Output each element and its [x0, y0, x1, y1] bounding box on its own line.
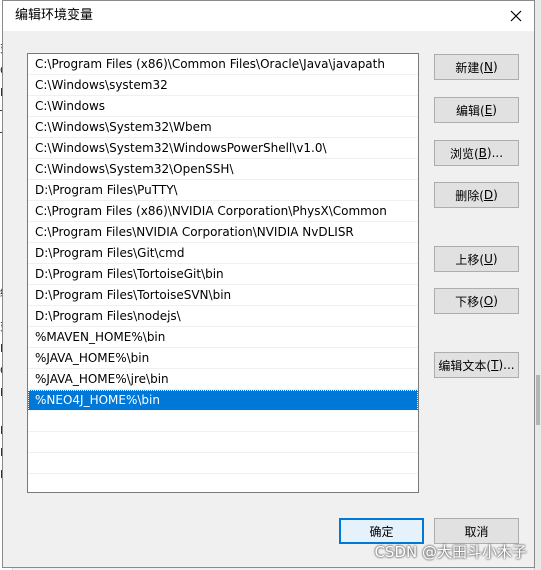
title-bar[interactable]: 编辑环境变量 [3, 1, 534, 31]
path-list[interactable]: C:\Program Files (x86)\Common Files\Orac… [27, 53, 419, 493]
move-up-button[interactable]: 上移(U) [434, 246, 519, 272]
background-window-right [534, 0, 541, 570]
cancel-button-label: 取消 [464, 524, 489, 539]
edit-text-button-label: 编辑文本( [438, 358, 492, 373]
path-list-empty-row[interactable] [28, 453, 418, 474]
background-scrollbar-thumb[interactable] [536, 375, 540, 425]
path-list-empty-row[interactable] [28, 432, 418, 453]
path-list-item[interactable]: D:\Program Files\TortoiseSVN\bin [28, 285, 418, 306]
path-list-item[interactable]: C:\Windows\system32 [28, 75, 418, 96]
delete-button-label-end: ) [493, 188, 498, 202]
path-list-item[interactable]: C:\Windows [28, 96, 418, 117]
path-list-empty-row[interactable] [28, 474, 418, 492]
path-list-item[interactable]: D:\Program Files\TortoiseGit\bin [28, 264, 418, 285]
delete-button-key: D [483, 188, 494, 202]
new-button-label-end: ) [492, 60, 498, 74]
browse-button-key: B [478, 146, 487, 160]
edit-button[interactable]: 编辑(E) [434, 97, 519, 123]
move-up-button-label: 上移( [455, 252, 485, 267]
ok-button-label: 确定 [369, 524, 394, 539]
browse-button[interactable]: 浏览(B)... [434, 140, 519, 166]
path-list-item[interactable]: %JAVA_HOME%\jre\bin [28, 369, 418, 390]
close-button[interactable] [498, 1, 534, 31]
move-down-button-label-end: ) [493, 294, 498, 308]
new-button-key: N [484, 60, 493, 74]
path-list-item[interactable]: D:\Program Files\PuTTY\ [28, 180, 418, 201]
delete-button-label: 删除( [455, 188, 484, 203]
browse-button-label-end: )... [486, 146, 504, 160]
path-list-item[interactable]: D:\Program Files\Git\cmd [28, 243, 418, 264]
edit-text-button[interactable]: 编辑文本(T)... [434, 352, 519, 378]
move-down-button[interactable]: 下移(O) [434, 288, 519, 314]
path-list-item[interactable]: C:\Windows\System32\WindowsPowerShell\v1… [28, 138, 418, 159]
move-up-button-key: U [484, 252, 493, 266]
path-list-item[interactable]: D:\Program Files\nodejs\ [28, 306, 418, 327]
edit-button-label-end: ) [492, 103, 497, 117]
path-list-item[interactable]: C:\Program Files\NVIDIA Corporation\NVID… [28, 222, 418, 243]
watermark: CSDN @大田斗小木子 [374, 543, 527, 561]
path-list-item[interactable]: %MAVEN_HOME%\bin [28, 327, 418, 348]
move-down-button-key: O [483, 294, 494, 308]
dialog-title: 编辑环境变量 [15, 8, 94, 23]
new-button[interactable]: 新建(N) [434, 54, 519, 80]
edit-environment-variable-dialog: 编辑环境变量 C:\Program Files (x86)\Common Fil… [2, 0, 535, 568]
edit-button-label: 编辑( [456, 103, 485, 118]
close-icon [510, 10, 522, 22]
path-list-item[interactable]: C:\Program Files (x86)\NVIDIA Corporatio… [28, 201, 418, 222]
edit-text-button-key: T [491, 358, 499, 372]
new-button-label: 新建( [455, 60, 484, 75]
delete-button[interactable]: 删除(D) [434, 182, 519, 208]
edit-text-button-label-end: )... [498, 358, 515, 372]
edit-button-key: E [484, 103, 493, 117]
path-list-item[interactable]: %NEO4J_HOME%\bin [28, 390, 418, 411]
path-list-item[interactable]: C:\Program Files (x86)\Common Files\Orac… [28, 54, 418, 75]
path-list-empty-row[interactable] [28, 411, 418, 432]
path-list-item[interactable]: C:\Windows\System32\Wbem [28, 117, 418, 138]
browse-button-label: 浏览( [449, 146, 479, 161]
move-up-button-label-end: ) [492, 252, 498, 266]
move-down-button-label: 下移( [455, 294, 484, 309]
path-list-item[interactable]: C:\Windows\System32\OpenSSH\ [28, 159, 418, 180]
path-list-item[interactable]: %JAVA_HOME%\bin [28, 348, 418, 369]
